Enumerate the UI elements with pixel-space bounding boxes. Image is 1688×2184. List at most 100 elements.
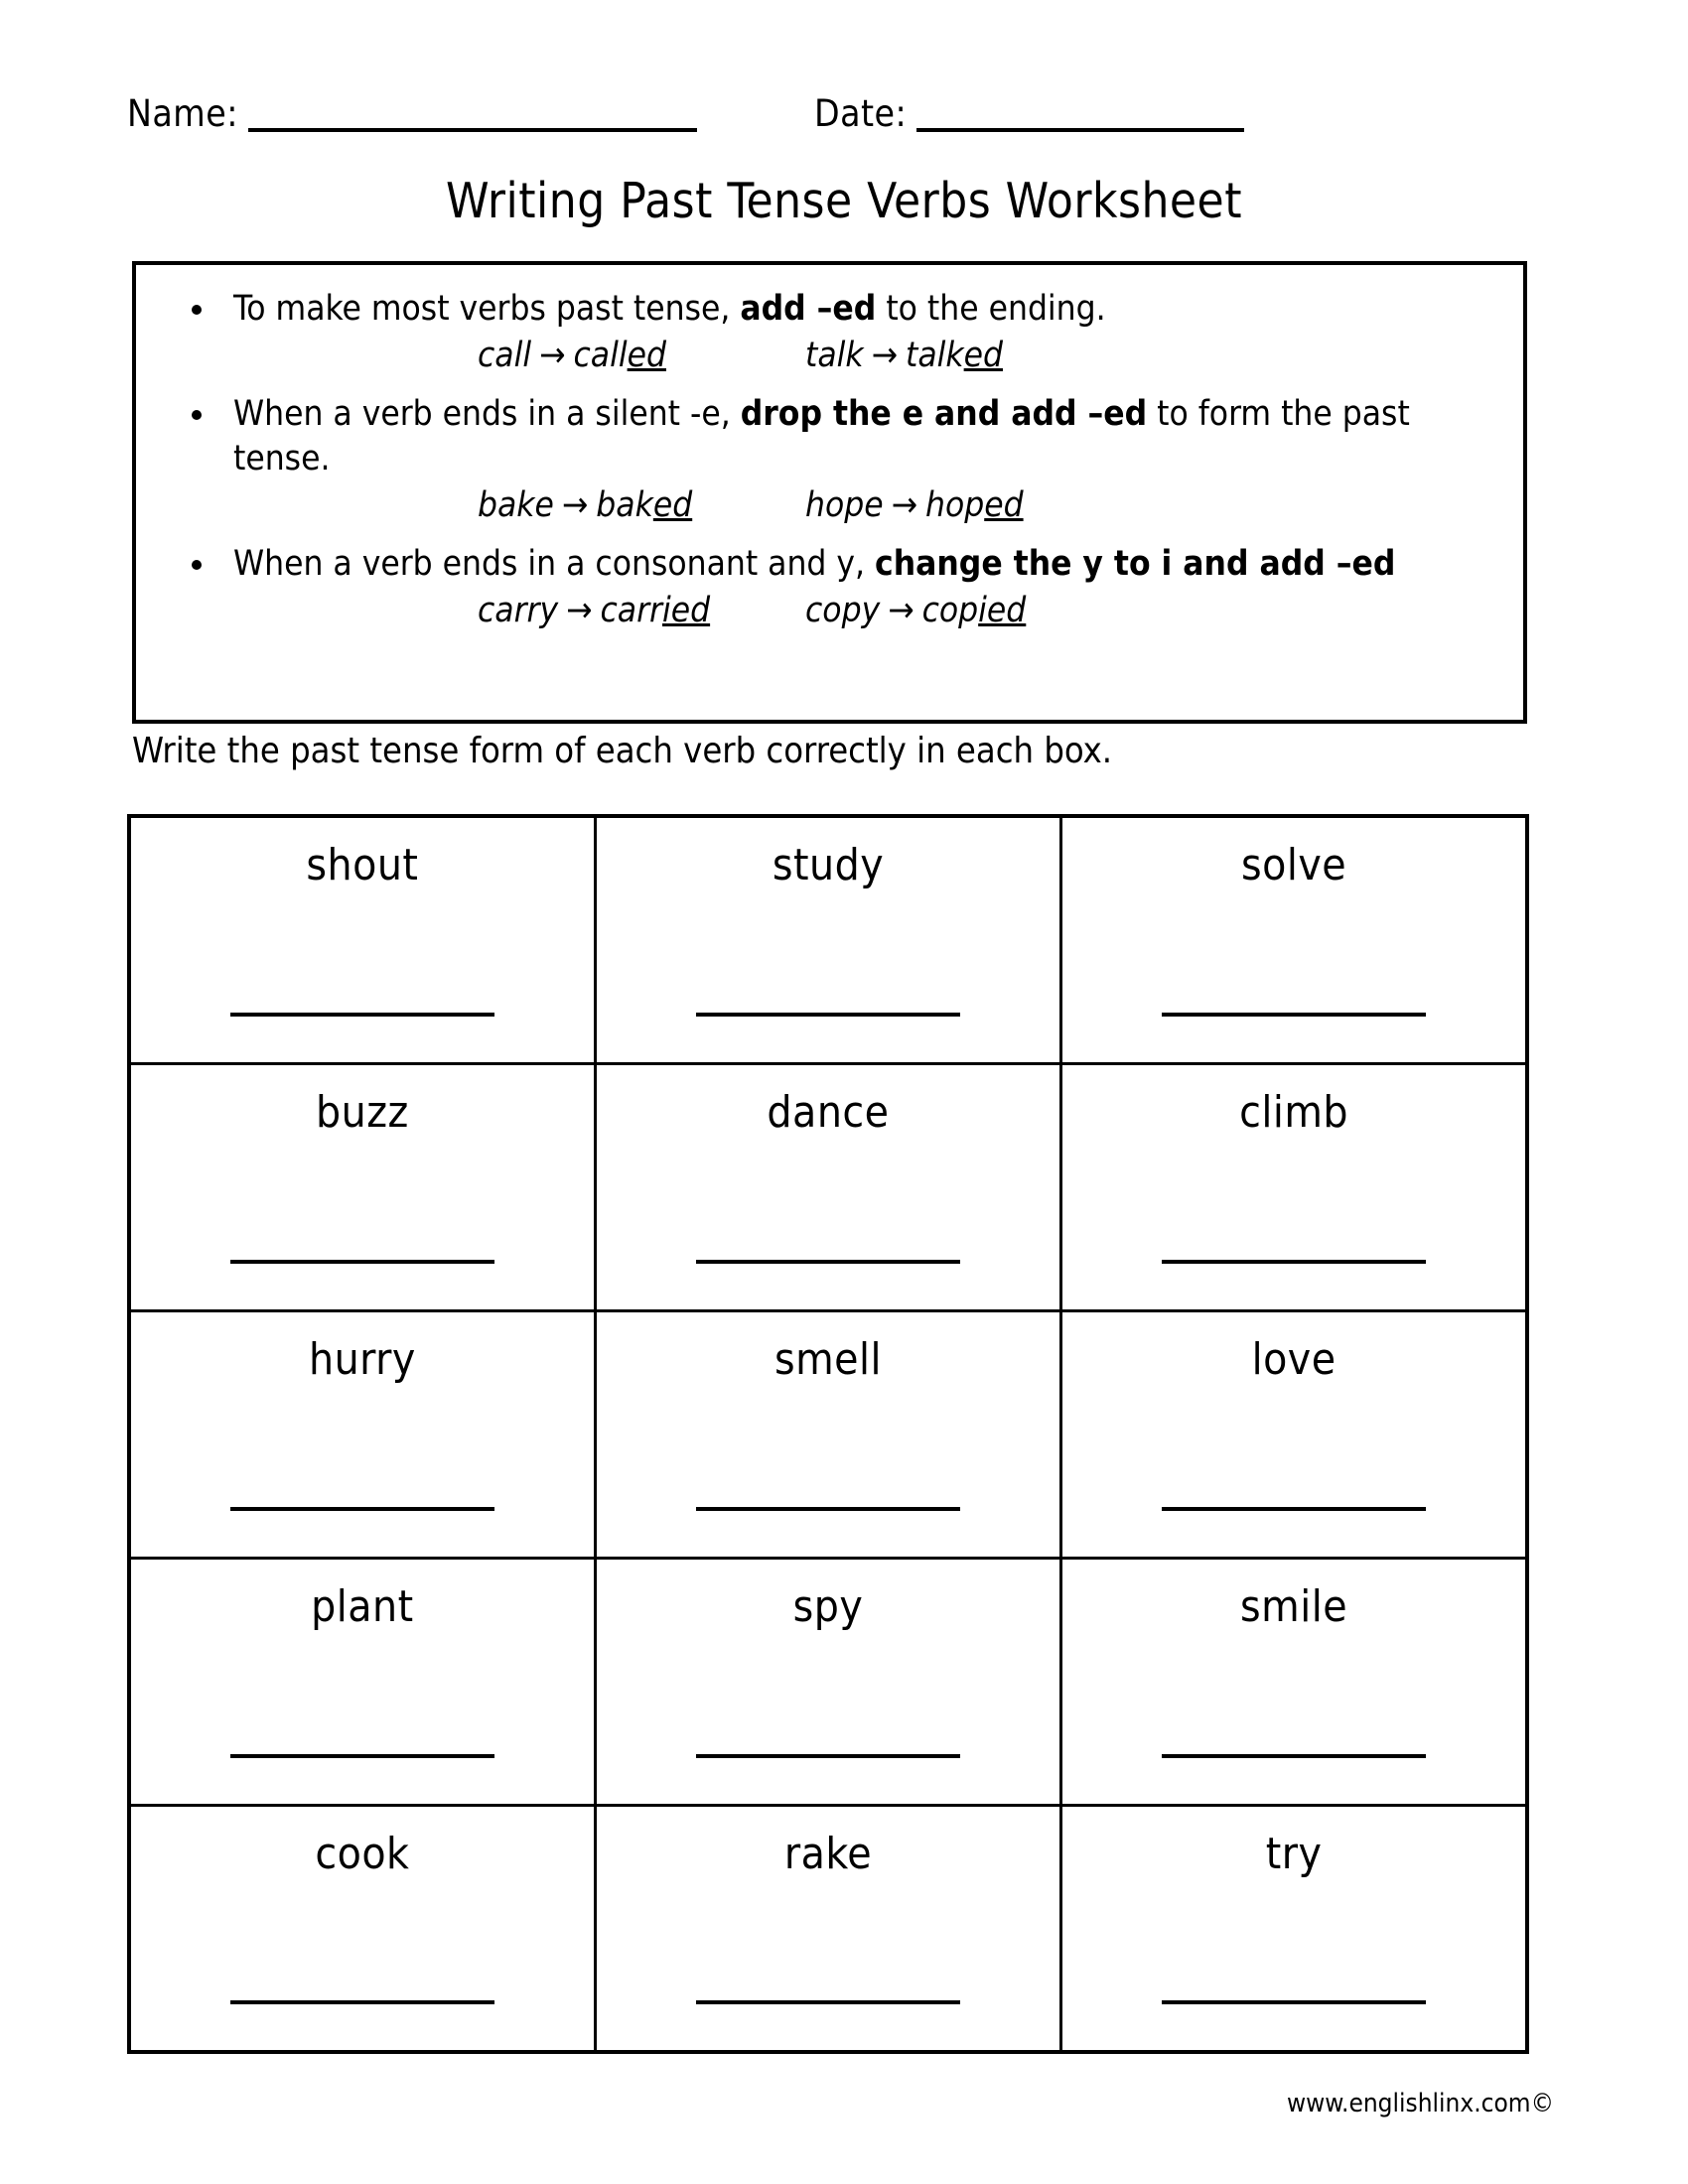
name-label: Name: — [127, 92, 238, 135]
example-pair: hope → hoped — [805, 483, 1024, 529]
rule-1-after: to the ending. — [876, 289, 1106, 329]
verb-cell[interactable]: cook — [127, 1803, 597, 2054]
rules-box: To make most verbs past tense, add –ed t… — [132, 261, 1527, 724]
verb-cell[interactable]: smell — [593, 1308, 1063, 1560]
example-pair: copy → copied — [805, 589, 1026, 634]
example-stem: carr — [600, 591, 662, 631]
arrow-icon: → — [888, 591, 914, 631]
example-pair: bake → baked — [478, 483, 805, 529]
verb-word: solve — [1241, 840, 1347, 890]
answer-blank[interactable] — [1162, 1259, 1427, 1264]
answer-blank[interactable] — [1162, 1506, 1427, 1511]
rule-1-before: To make most verbs past tense, — [233, 289, 741, 329]
example-base: copy — [805, 591, 881, 631]
rule-2-bold: drop the e and add –ed — [740, 394, 1148, 435]
verb-cell[interactable]: dance — [593, 1061, 1063, 1312]
rule-3-bold: change the y to i and add –ed — [875, 544, 1396, 585]
answer-blank[interactable] — [229, 1753, 494, 1758]
verb-word: smile — [1240, 1580, 1348, 1632]
rule-2-text: When a verb ends in a silent -e, drop th… — [162, 392, 1497, 481]
page-title: Writing Past Tense Verbs Worksheet — [446, 173, 1242, 229]
rule-item-2: When a verb ends in a silent -e, drop th… — [162, 392, 1497, 528]
table-row: shout study solve — [127, 814, 1529, 1065]
rule-3-examples: carry → carried copy → copied — [162, 589, 1497, 634]
example-pair: call → called — [478, 334, 805, 379]
answer-blank[interactable] — [1162, 2000, 1427, 2004]
date-write-line[interactable] — [916, 127, 1245, 132]
answer-blank[interactable] — [695, 1012, 960, 1017]
answer-blank[interactable] — [229, 1259, 494, 1264]
answer-blank[interactable] — [695, 2000, 960, 2004]
date-label: Date: — [813, 92, 908, 135]
rule-3-before: When a verb ends in a consonant and y, — [233, 544, 876, 585]
answer-blank[interactable] — [695, 1259, 960, 1264]
verb-word: rake — [783, 1828, 873, 1879]
example-suffix: ied — [978, 591, 1027, 631]
example-pair: talk → talked — [805, 334, 1003, 379]
verb-cell[interactable]: plant — [127, 1556, 597, 1807]
verb-cell[interactable]: rake — [593, 1803, 1063, 2054]
answer-blank[interactable] — [1162, 1012, 1427, 1017]
table-row: buzz dance climb — [127, 1061, 1529, 1312]
rule-1-examples: call → called talk → talked — [162, 334, 1497, 379]
verb-cell[interactable]: spy — [593, 1556, 1063, 1807]
verb-word: spy — [792, 1580, 864, 1632]
example-suffix: ed — [652, 484, 693, 525]
verb-cell[interactable]: try — [1059, 1803, 1529, 2054]
answer-blank[interactable] — [695, 1506, 960, 1511]
verb-word: try — [1265, 1828, 1323, 1879]
bullet-icon — [192, 560, 202, 571]
example-base: carry — [478, 591, 559, 631]
name-date-row: Name: Date: — [127, 95, 1561, 132]
verb-cell[interactable]: smile — [1059, 1556, 1529, 1807]
verb-word: smell — [774, 1333, 883, 1385]
table-row: cook rake try — [127, 1803, 1529, 2054]
example-stem: hop — [925, 484, 985, 525]
verb-grid: shout study solve buzz dance climb hurry… — [127, 814, 1529, 2054]
example-stem: cop — [921, 591, 979, 631]
example-base: bake — [478, 484, 554, 525]
example-base: call — [478, 335, 532, 375]
footer-url: www.englishlinx.com© — [1287, 2089, 1554, 2118]
example-suffix: ed — [627, 335, 666, 375]
arrow-icon: → — [871, 335, 899, 375]
arrow-icon: → — [566, 591, 593, 631]
verb-word: study — [772, 840, 885, 890]
verb-cell[interactable]: buzz — [127, 1061, 597, 1312]
verb-word: plant — [311, 1580, 414, 1632]
rule-item-1: To make most verbs past tense, add –ed t… — [162, 287, 1497, 378]
example-suffix: ed — [984, 484, 1024, 525]
rule-1-bold: add –ed — [740, 289, 877, 329]
example-pair: carry → carried — [478, 589, 805, 634]
verb-word: hurry — [308, 1333, 416, 1385]
name-write-line[interactable] — [247, 127, 697, 132]
example-base: talk — [805, 335, 864, 375]
answer-blank[interactable] — [229, 2000, 494, 2004]
verb-cell[interactable]: solve — [1059, 814, 1529, 1065]
rule-item-3: When a verb ends in a consonant and y, c… — [162, 542, 1497, 633]
answer-blank[interactable] — [1162, 1753, 1427, 1758]
rule-1-text: To make most verbs past tense, add –ed t… — [162, 287, 1497, 332]
example-suffix: ed — [963, 335, 1004, 375]
verb-cell[interactable]: hurry — [127, 1308, 597, 1560]
directions-text: Write the past tense form of each verb c… — [132, 731, 1113, 771]
example-stem: bak — [596, 484, 653, 525]
verb-cell[interactable]: study — [593, 814, 1063, 1065]
arrow-icon: → — [891, 484, 917, 525]
example-stem: talk — [906, 335, 964, 375]
answer-blank[interactable] — [229, 1012, 494, 1017]
arrow-icon: → — [561, 484, 589, 525]
example-suffix: ied — [661, 591, 711, 631]
verb-cell[interactable]: shout — [127, 814, 597, 1065]
verb-cell[interactable]: love — [1059, 1308, 1529, 1560]
answer-blank[interactable] — [229, 1506, 494, 1511]
rule-2-before: When a verb ends in a silent -e, — [233, 394, 741, 435]
bullet-icon — [192, 410, 202, 421]
verb-cell[interactable]: climb — [1059, 1061, 1529, 1312]
example-stem: call — [573, 335, 628, 375]
worksheet-page: Name: Date: Writing Past Tense Verbs Wor… — [0, 0, 1688, 2184]
verb-word: love — [1251, 1333, 1336, 1385]
answer-blank[interactable] — [695, 1753, 960, 1758]
bullet-icon — [192, 305, 202, 315]
arrow-icon: → — [539, 335, 566, 375]
